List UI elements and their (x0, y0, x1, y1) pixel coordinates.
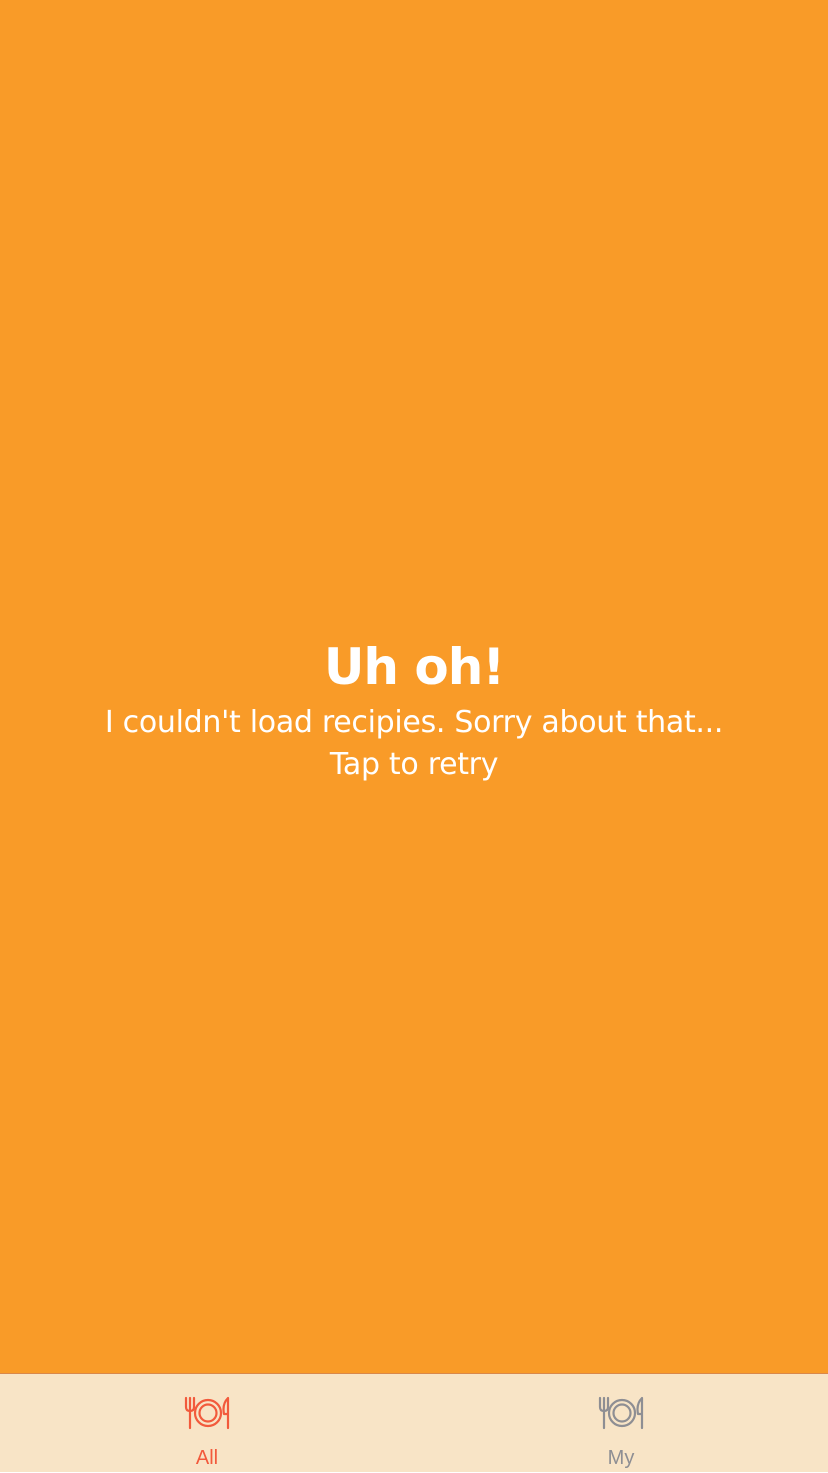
tab-label-my: My (607, 1447, 635, 1469)
main-screen: Uh oh! I couldn't load recipies. Sorry a… (0, 0, 828, 1373)
tab-bar: All My (0, 1373, 828, 1472)
tab-label-all: All (195, 1447, 219, 1469)
retry-text[interactable]: Tap to retry (0, 744, 828, 786)
tab-all[interactable]: All (0, 1374, 414, 1473)
tab-my[interactable]: My (414, 1374, 828, 1473)
plate-fork-knife-icon (598, 1396, 644, 1430)
error-message: I couldn't load recipies. Sorry about th… (104, 705, 724, 740)
error-retry-area[interactable]: Uh oh! I couldn't load recipies. Sorry a… (0, 632, 828, 786)
error-title: Uh oh! (323, 638, 505, 696)
plate-fork-knife-icon (184, 1396, 230, 1430)
